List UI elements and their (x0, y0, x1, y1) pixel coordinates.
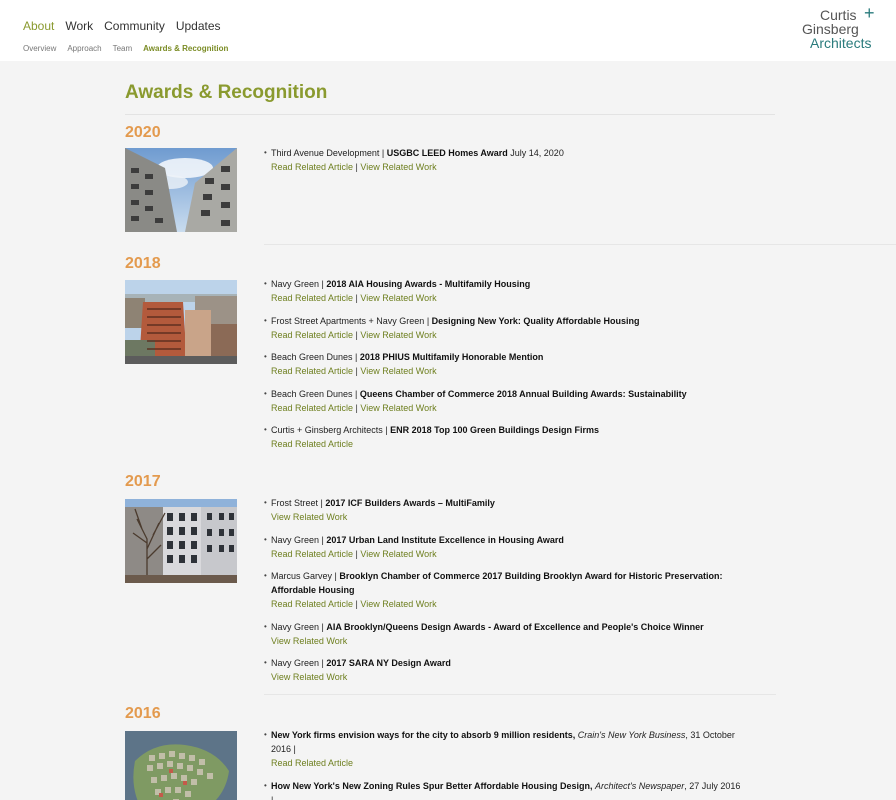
view-related-work-link[interactable]: View Related Work (360, 599, 436, 609)
award-item: Third Avenue Development | USGBC LEED Ho… (264, 146, 744, 174)
awards-list: New York firms envision ways for the cit… (264, 728, 744, 800)
view-related-work-link[interactable]: View Related Work (271, 512, 347, 522)
subnav-approach[interactable]: Approach (67, 44, 101, 53)
view-related-work-link[interactable]: View Related Work (360, 366, 436, 376)
logo-plus: + (864, 3, 875, 23)
award-title: 2018 AIA Housing Awards - Multifamily Ho… (326, 279, 531, 289)
view-related-work-link[interactable]: View Related Work (360, 293, 436, 303)
award-title: 2017 Urban Land Institute Excellence in … (326, 534, 564, 545)
award-item: Beach Green Dunes | 2018 PHIUS Multifami… (264, 350, 744, 378)
read-related-article-link[interactable]: Read Related Article (271, 439, 353, 449)
view-related-work-link[interactable]: View Related Work (271, 636, 347, 646)
view-related-work-link[interactable]: View Related Work (360, 549, 436, 559)
article-title: New York firms envision ways for the cit… (271, 730, 576, 740)
read-related-article-link[interactable]: Read Related Article (271, 758, 353, 768)
article-publication: Architect's Newspaper (595, 780, 685, 791)
award-item: Beach Green Dunes | Queens Chamber of Co… (264, 387, 744, 415)
view-related-work-link[interactable]: View Related Work (271, 672, 347, 682)
year-heading: 2020 (125, 124, 161, 141)
award-title: AIA Brooklyn/Queens Design Awards - Awar… (326, 621, 704, 632)
project-image-navy-green (125, 280, 237, 364)
main-nav: About Work Community Updates (23, 19, 232, 33)
year-heading: 2016 (125, 705, 161, 722)
sub-nav: Overview Approach Team Awards & Recognit… (23, 44, 239, 53)
awards-list: Frost Street | 2017 ICF Builders Awards … (264, 496, 744, 693)
year-heading: 2018 (125, 255, 161, 272)
divider (264, 694, 776, 695)
award-project: Navy Green | (271, 279, 327, 289)
award-item: Marcus Garvey | Brooklyn Chamber of Comm… (264, 569, 744, 611)
page-title: Awards & Recognition (125, 82, 328, 103)
subnav-team[interactable]: Team (113, 44, 133, 53)
read-related-article-link[interactable]: Read Related Article (271, 599, 353, 609)
award-project: Beach Green Dunes | (271, 352, 360, 363)
view-related-work-link[interactable]: View Related Work (360, 330, 436, 340)
site-header: About Work Community Updates Overview Ap… (0, 0, 896, 61)
nav-about[interactable]: About (23, 19, 54, 33)
read-related-article-link[interactable]: Read Related Article (271, 162, 353, 172)
award-title: USGBC LEED Homes Award (386, 148, 508, 158)
award-project: Curtis + Ginsberg Architects | (271, 425, 391, 436)
read-related-article-link[interactable]: Read Related Article (271, 293, 353, 303)
award-item: Navy Green | 2017 SARA NY Design Award V… (264, 656, 744, 684)
award-item: Frost Street | 2017 ICF Builders Awards … (264, 496, 744, 524)
award-project: Beach Green Dunes | (271, 388, 360, 399)
subnav-overview[interactable]: Overview (23, 44, 56, 53)
awards-list: Navy Green | 2018 AIA Housing Awards - M… (264, 277, 744, 460)
logo-line-architects: Architects (810, 35, 872, 51)
subnav-awards[interactable]: Awards & Recognition (143, 44, 228, 53)
nav-community[interactable]: Community (104, 19, 165, 33)
award-project: Frost Street | (271, 498, 326, 508)
award-title: Queens Chamber of Commerce 2018 Annual B… (359, 388, 687, 399)
divider (125, 114, 775, 115)
award-item: How New York's New Zoning Rules Spur Bet… (264, 779, 744, 800)
divider (264, 244, 896, 245)
award-project: Frost Street Apartments + Navy Green | (271, 315, 432, 326)
awards-list: Third Avenue Development | USGBC LEED Ho… (264, 146, 744, 183)
read-related-article-link[interactable]: Read Related Article (271, 549, 353, 559)
article-title: How New York's New Zoning Rules Spur Bet… (271, 780, 593, 791)
year-heading: 2017 (125, 473, 161, 490)
read-related-article-link[interactable]: Read Related Article (271, 366, 353, 376)
award-title: 2017 ICF Builders Awards – MultiFamily (325, 498, 495, 508)
project-image-city-map (125, 731, 237, 800)
year-section-2017: 2017 Frost Street | 2017 ICF Builde (125, 473, 775, 682)
award-item: Curtis + Ginsberg Architects | ENR 2018 … (264, 423, 744, 451)
award-title: 2018 PHIUS Multifamily Honorable Mention (359, 352, 544, 363)
project-image-frost-street (125, 499, 237, 583)
view-related-work-link[interactable]: View Related Work (360, 403, 436, 413)
year-section-2018: 2018 Navy Green | 2018 AIA Housing Award… (125, 255, 775, 449)
year-section-2020: 2020 Third Avenue Development | USGBC LE… (125, 124, 775, 232)
award-title: Designing New York: Quality Affordable H… (431, 315, 640, 326)
award-item: Frost Street Apartments + Navy Green | D… (264, 314, 744, 342)
award-item: Navy Green | 2018 AIA Housing Awards - M… (264, 277, 744, 305)
nav-updates[interactable]: Updates (176, 19, 221, 33)
award-title: Brooklyn Chamber of Commerce 2017 Buildi… (271, 571, 723, 596)
project-image-third-avenue (125, 148, 237, 232)
read-related-article-link[interactable]: Read Related Article (271, 330, 353, 340)
read-related-article-link[interactable]: Read Related Article (271, 403, 353, 413)
award-title: ENR 2018 Top 100 Green Buildings Design … (390, 425, 600, 436)
site-logo[interactable]: Curtis + Ginsberg Architects (802, 3, 878, 51)
award-item: Navy Green | 2017 Urban Land Institute E… (264, 533, 744, 561)
award-project: Marcus Garvey | (271, 571, 340, 582)
award-date: July 14, 2020 (507, 148, 564, 158)
award-project: Navy Green | (271, 621, 327, 632)
award-title: 2017 SARA NY Design Award (326, 658, 451, 669)
award-project: Navy Green | (271, 534, 327, 545)
award-project: Navy Green | (271, 658, 327, 669)
nav-work[interactable]: Work (65, 19, 93, 33)
year-section-2016: 2016 New York firms envision ways for th… (125, 705, 775, 800)
award-project: Third Avenue Development | (271, 148, 387, 158)
article-publication: Crain's New York Business (577, 730, 686, 740)
award-item: Navy Green | AIA Brooklyn/Queens Design … (264, 620, 744, 648)
view-related-work-link[interactable]: View Related Work (360, 162, 436, 172)
award-item: New York firms envision ways for the cit… (264, 728, 744, 770)
